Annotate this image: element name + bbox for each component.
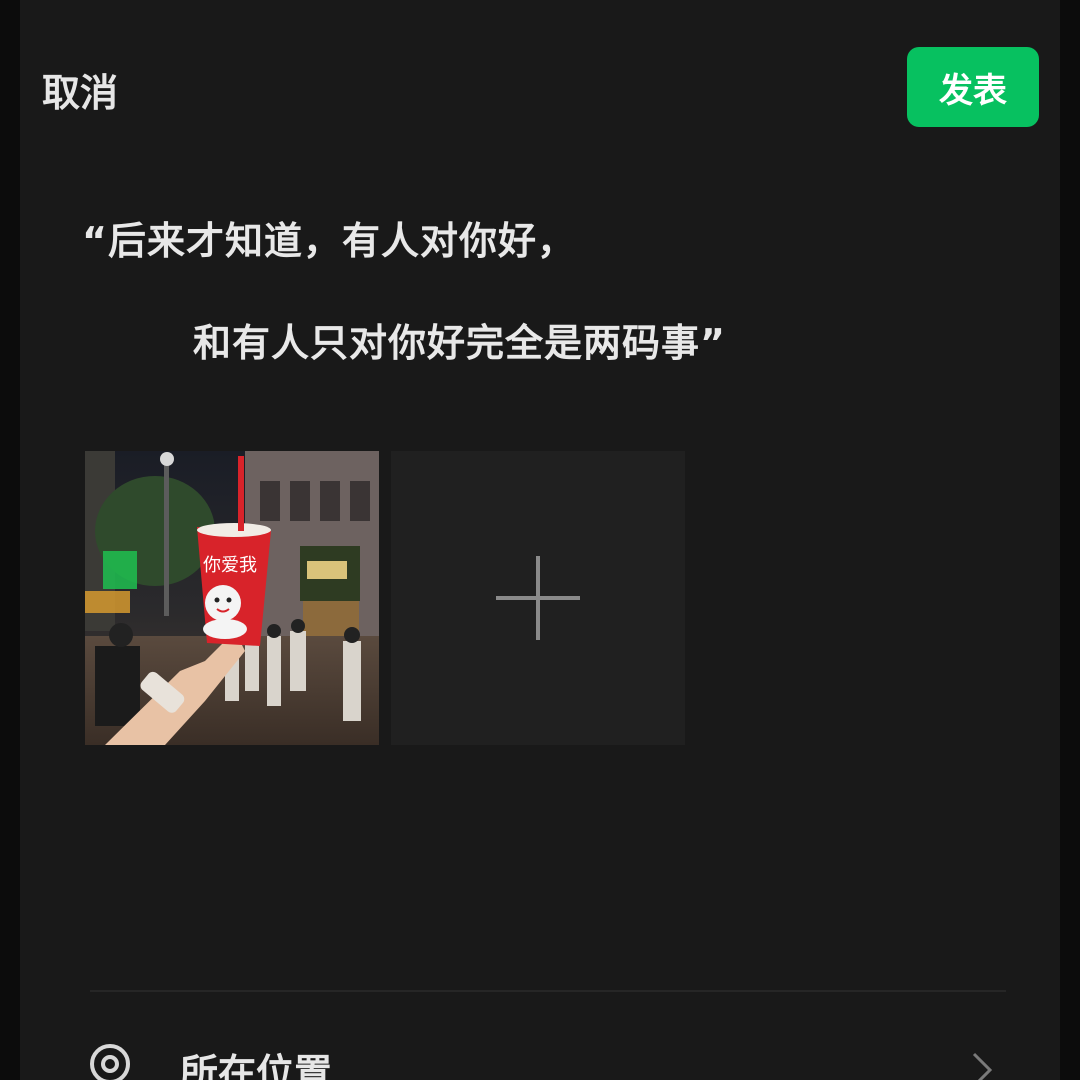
street-photo-image: 你爱我 [85,451,379,745]
plus-icon [496,556,580,640]
add-photo-button[interactable] [391,451,685,745]
post-text-line-1[interactable]: “后来才知道，有人对你好， [82,210,576,265]
location-row[interactable]: 所在位置 [20,1020,1060,1080]
chevron-right-icon [972,1052,993,1080]
attached-photo[interactable]: 你爱我 [85,451,379,745]
divider [90,990,1006,992]
location-pin-icon [90,1044,130,1080]
post-text-line-2[interactable]: 和有人只对你好完全是两码事” [193,312,726,367]
location-label: 所在位置 [180,1051,333,1080]
cancel-button[interactable]: 取消 [42,62,118,117]
publish-button[interactable]: 发表 [907,47,1039,127]
compose-moment-screen: 取消 发表 “后来才知道，有人对你好， 和有人只对你好完全是两码事” 你爱我 所… [20,0,1060,1080]
cup-text: 你爱我 [203,555,257,576]
